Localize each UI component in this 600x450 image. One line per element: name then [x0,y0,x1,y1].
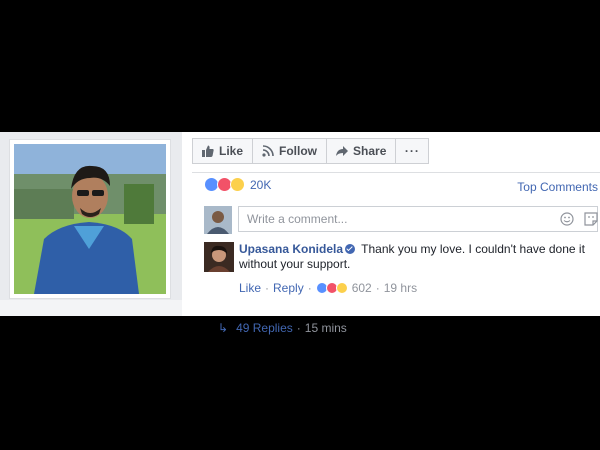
more-options-button[interactable]: ··· [395,138,430,164]
emoji-icon[interactable] [560,212,574,226]
comment-body: Upasana Konidela Thank you my love. I co… [239,242,599,272]
view-replies[interactable]: ↳ 49 Replies · 15 mins [218,321,347,335]
replies-timestamp: 15 mins [304,321,347,335]
separator: · [296,321,301,335]
thumbs-up-icon [202,145,214,157]
reply-arrow-icon: ↳ [218,321,229,335]
follow-button[interactable]: Follow [252,138,327,164]
separator: · [307,281,312,295]
share-button[interactable]: Share [326,138,396,164]
comment-author[interactable]: Upasana Konidela [239,242,343,256]
share-arrow-icon [336,145,349,157]
more-icon: ··· [404,144,420,158]
commenter-avatar[interactable] [204,242,234,272]
separator: · [265,281,270,295]
profile-photo[interactable] [14,144,166,294]
comment-like-link[interactable]: Like [239,281,261,295]
wow-reaction-icon [230,177,245,192]
divider [192,172,600,173]
comment-composer [204,206,600,234]
comment-meta: Like · Reply · 602 · 19 hrs [239,281,417,295]
profile-card [9,139,171,299]
like-button-label: Like [219,144,244,158]
reactions-summary[interactable]: 20K [204,177,271,192]
my-avatar [204,206,232,234]
follow-button-label: Follow [279,144,318,158]
rss-icon [262,145,274,157]
comment-reply-link[interactable]: Reply [273,281,304,295]
replies-count-link[interactable]: 49 Replies [236,321,293,335]
left-column-strip [0,300,182,316]
comment-timestamp[interactable]: 19 hrs [384,281,417,295]
wow-reaction-icon [335,282,348,294]
post-action-bar: Like Follow Share ··· [192,138,430,164]
post-panel: Like Follow Share ··· 20K Top Comments W… [0,132,600,335]
like-button[interactable]: Like [192,138,253,164]
share-button-label: Share [353,144,387,158]
separator: · [375,281,380,295]
reaction-count[interactable]: 20K [250,178,271,192]
sticker-icon[interactable] [584,212,598,226]
comment-reaction-count[interactable]: 602 [352,281,372,295]
top-comments-sort[interactable]: Top Comments [517,180,598,194]
post-actions-card: Like Follow Share ··· 20K Top Comments W… [182,132,600,335]
comment-input[interactable] [238,206,598,232]
verified-badge-icon [345,244,356,254]
